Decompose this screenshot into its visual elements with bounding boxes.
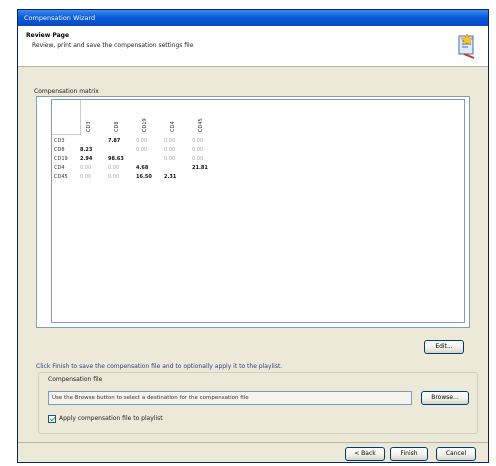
window-title: Compensation Wizard bbox=[24, 14, 96, 22]
matrix-column-header: CD19 bbox=[142, 118, 148, 132]
matrix-cell[interactable]: 0.00 bbox=[164, 138, 188, 144]
apply-compensation-label: Apply compensation file to playlist bbox=[59, 415, 163, 422]
wizard-icon bbox=[458, 33, 475, 59]
matrix-cell[interactable]: 2.31 bbox=[164, 174, 188, 180]
matrix-cell[interactable]: 98.63 bbox=[108, 156, 132, 162]
matrix-cell[interactable]: 0.00 bbox=[136, 138, 160, 144]
page-title: Review Page bbox=[26, 32, 70, 39]
matrix-row-header: CD19 bbox=[54, 156, 68, 162]
apply-compensation-checkbox[interactable] bbox=[48, 415, 56, 423]
matrix-row-header: CD45 bbox=[54, 174, 68, 180]
matrix-column-header: CD3 bbox=[86, 121, 92, 132]
finish-button[interactable]: Finish bbox=[390, 447, 428, 461]
matrix-cell[interactable]: 0.00 bbox=[80, 165, 104, 171]
matrix-row-header: CD8 bbox=[54, 147, 65, 153]
matrix-cell[interactable]: 21.81 bbox=[192, 165, 216, 171]
matrix-cell[interactable]: 0.00 bbox=[108, 174, 132, 180]
matrix-cell[interactable]: 8.23 bbox=[80, 147, 104, 153]
footer-divider bbox=[18, 442, 488, 443]
matrix-cell[interactable]: 0.00 bbox=[108, 165, 132, 171]
edit-button[interactable]: Edit... bbox=[424, 340, 464, 354]
compensation-file-field[interactable]: Use the Browse button to select a destin… bbox=[48, 391, 412, 405]
finish-hint: Click Finish to save the compensation fi… bbox=[36, 363, 283, 370]
browse-button[interactable]: Browse... bbox=[421, 391, 469, 405]
compensation-matrix[interactable]: CD3 CD8 CD19 CD4 CD45 CD3 CD8 CD19 CD4 CD45 7.87… bbox=[36, 96, 470, 328]
compensation-file-label: Compensation file bbox=[48, 376, 103, 383]
matrix-cell[interactable]: 0.00 bbox=[164, 156, 188, 162]
matrix-column-header: CD4 bbox=[170, 121, 176, 132]
matrix-row-header: CD4 bbox=[54, 165, 65, 171]
matrix-cell[interactable]: 0.00 bbox=[164, 147, 188, 153]
matrix-cell[interactable]: 0.00 bbox=[80, 174, 104, 180]
wizard-header: Review Page Review, print and save the c… bbox=[18, 26, 488, 67]
matrix-cell[interactable]: 0.00 bbox=[192, 147, 216, 153]
page-subtitle: Review, print and save the compensation … bbox=[32, 42, 194, 49]
matrix-cell[interactable]: 0.00 bbox=[136, 147, 160, 153]
matrix-cell[interactable]: 2.94 bbox=[80, 156, 104, 162]
matrix-corner bbox=[52, 100, 81, 135]
matrix-cell[interactable]: 0.00 bbox=[192, 138, 216, 144]
matrix-label: Compensation matrix bbox=[34, 88, 99, 95]
matrix-column-header: CD8 bbox=[114, 121, 120, 132]
matrix-grid: CD3 CD8 CD19 CD4 CD45 CD3 CD8 CD19 CD4 CD45 7.87… bbox=[51, 99, 465, 323]
wizard-window: Compensation Wizard Review Page Review, … bbox=[17, 9, 489, 463]
matrix-cell[interactable]: 4.68 bbox=[136, 165, 160, 171]
cancel-button[interactable]: Cancel bbox=[436, 447, 476, 461]
back-button[interactable]: < Back bbox=[345, 447, 385, 461]
matrix-row-header: CD3 bbox=[54, 138, 65, 144]
matrix-cell[interactable]: 16.50 bbox=[136, 174, 160, 180]
matrix-cell[interactable]: 7.87 bbox=[108, 138, 132, 144]
matrix-column-header: CD45 bbox=[198, 118, 204, 132]
title-bar: Compensation Wizard bbox=[18, 10, 488, 26]
matrix-cell[interactable]: 0.00 bbox=[192, 156, 216, 162]
